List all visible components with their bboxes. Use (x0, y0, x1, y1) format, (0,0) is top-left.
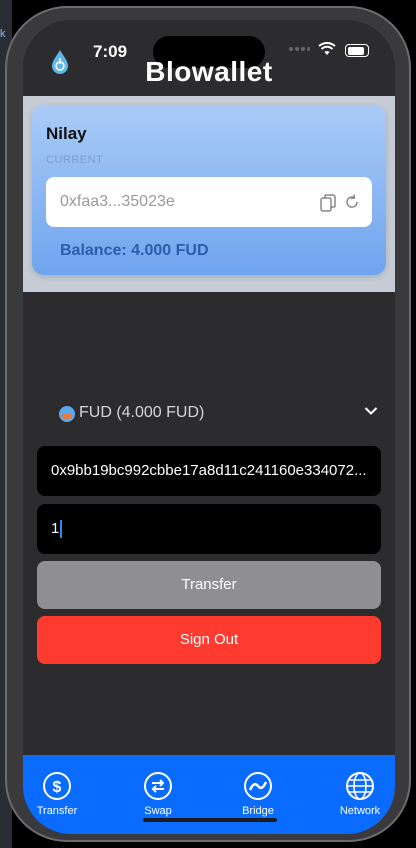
globe-icon (346, 772, 374, 800)
home-indicator (143, 818, 277, 822)
wallet-card[interactable]: Nilay CURRENT 0xfaa3...35023e Balance: 4… (32, 105, 386, 275)
current-label: CURRENT (46, 154, 104, 166)
svg-text:$: $ (53, 779, 62, 796)
token-selected-label: FUD (4.000 FUD) (79, 404, 205, 421)
tab-bridge-label: Bridge (242, 805, 274, 817)
app-screen: 7:09 Blowallet Nilay CURRENT 0xfaa3...35… (23, 20, 395, 834)
token-selector[interactable]: FUD (4.000 FUD) (54, 400, 378, 430)
background-text: k (0, 28, 6, 40)
tab-bridge[interactable]: Bridge (221, 771, 295, 817)
wallet-balance: Balance: 4.000 FUD (60, 242, 209, 259)
amount-value: 1 (51, 520, 60, 537)
recipient-address-value: 0x9bb19bc992cbbe17a8d11c241160e334072... (51, 462, 367, 479)
wifi-icon (318, 42, 336, 55)
dollar-icon: $ (43, 772, 71, 800)
app-title: Blowallet (145, 56, 273, 87)
signal-icon (289, 47, 310, 51)
tab-bar: $ Transfer Swap Bridge Network (23, 755, 395, 834)
token-fud-icon (59, 406, 75, 422)
amount-input[interactable]: 1 (37, 504, 381, 554)
sign-out-button[interactable]: Sign Out (37, 616, 381, 664)
transfer-button[interactable]: Transfer (37, 561, 381, 609)
copy-icon[interactable] (320, 194, 336, 212)
tab-transfer-label: Transfer (36, 805, 78, 817)
recipient-address-input[interactable]: 0x9bb19bc992cbbe17a8d11c241160e334072... (37, 446, 381, 496)
tab-network[interactable]: Network (323, 771, 395, 817)
tab-swap-label: Swap (144, 805, 172, 817)
tab-transfer[interactable]: $ Transfer (23, 771, 94, 817)
tab-swap[interactable]: Swap (121, 771, 195, 817)
swap-icon (144, 772, 172, 800)
wallet-name: Nilay (46, 124, 87, 143)
chevron-down-icon (364, 407, 378, 415)
wallet-card-area: Nilay CURRENT 0xfaa3...35023e Balance: 4… (23, 96, 395, 292)
amount-value-wrap: 1 (51, 520, 63, 539)
wallet-address: 0xfaa3...35023e (60, 193, 175, 210)
refresh-icon[interactable] (344, 194, 360, 210)
text-caret (60, 520, 63, 539)
tab-network-label: Network (339, 805, 381, 817)
phone-frame: 7:09 Blowallet Nilay CURRENT 0xfaa3...35… (5, 6, 411, 842)
bridge-icon (244, 772, 272, 800)
address-box: 0xfaa3...35023e (46, 177, 372, 227)
